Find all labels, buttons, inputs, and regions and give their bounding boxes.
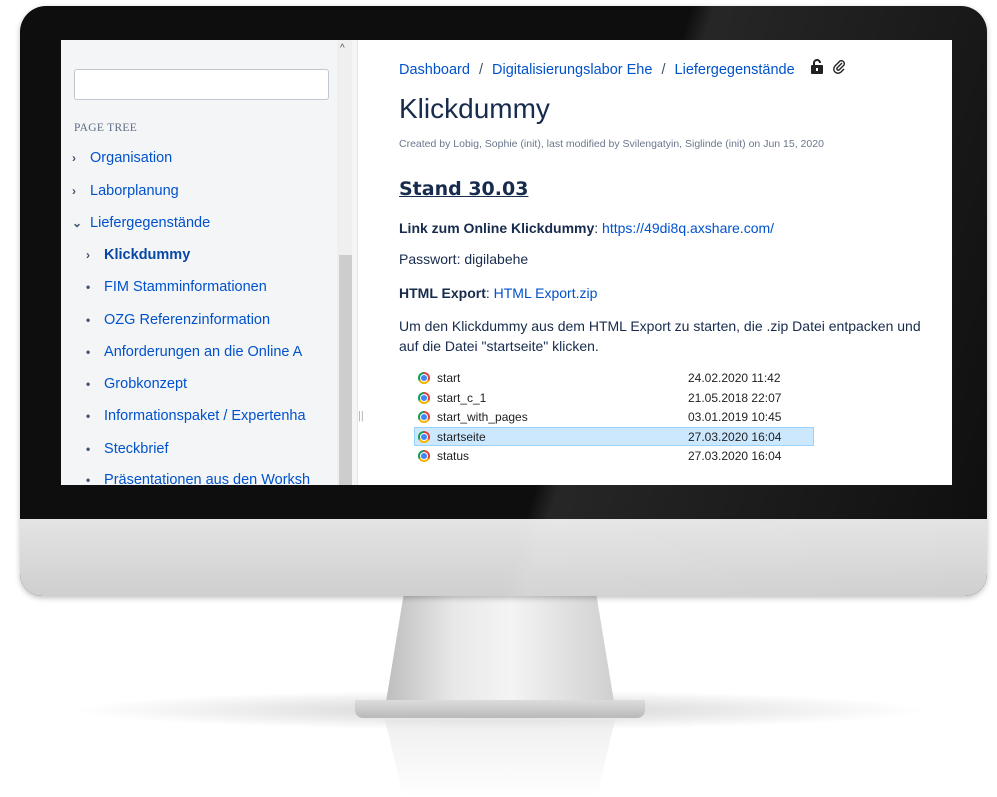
page-title: Klickdummy	[399, 93, 550, 124]
sidebar: PAGE TREE › Organisation › Laborplanung …	[61, 40, 358, 485]
bullet-icon: •	[86, 377, 91, 391]
tree-item-organisation[interactable]: › Organisation	[72, 150, 322, 174]
file-name: startseite	[437, 429, 486, 444]
tree-item-grobkonzept[interactable]: • Grobkonzept	[86, 376, 336, 400]
breadcrumb-separator: /	[661, 62, 666, 78]
page-metadata: Created by Lobig, Sophie (init), last mo…	[399, 138, 824, 150]
tree-item-label: Präsentationen aus den Worksh	[104, 472, 311, 485]
tree-item-steckbrief[interactable]: • Steckbrief	[86, 441, 336, 465]
chevron-down-icon: ⌄	[72, 216, 83, 230]
file-name: start_c_1	[437, 390, 487, 405]
chrome-icon	[418, 411, 430, 423]
sidebar-search-input[interactable]	[74, 69, 329, 100]
screen: PAGE TREE › Organisation › Laborplanung …	[61, 40, 952, 485]
bullet-icon: •	[86, 313, 91, 327]
tree-item-label: Organisation	[90, 150, 173, 167]
file-row-selected: startseite 27.03.2020 16:04	[414, 426, 814, 446]
file-row: start 24.02.2020 11:42	[414, 368, 814, 388]
file-row: status 27.03.2020 16:04	[414, 446, 814, 466]
instructions-paragraph: Um den Klickdummy aus dem HTML Export zu…	[399, 318, 921, 354]
monitor-chin	[20, 519, 987, 596]
stand-reflection	[385, 720, 615, 797]
bullet-icon: •	[86, 345, 91, 359]
file-date: 27.03.2020 16:04	[688, 429, 782, 444]
breadcrumb-item-parent[interactable]: Liefergegenstände	[675, 62, 795, 78]
unlock-icon[interactable]	[810, 59, 824, 74]
file-list-screenshot: start 24.02.2020 11:42 start_c_1 21.05.2…	[414, 368, 814, 466]
tree-item-label: OZG Referenzinformation	[104, 312, 271, 329]
tree-item-laborplanung[interactable]: › Laborplanung	[72, 183, 322, 207]
chrome-icon	[418, 450, 430, 462]
file-date: 24.02.2020 11:42	[688, 371, 781, 385]
online-link-label: Link zum Online Klickdummy	[399, 220, 595, 236]
sidebar-scroll-thumb[interactable]	[339, 255, 352, 485]
breadcrumb-separator: /	[478, 62, 483, 78]
tree-item-fim-stamminformationen[interactable]: • FIM Stamminformationen	[86, 279, 336, 303]
html-export-link[interactable]: HTML Export.zip	[494, 285, 598, 301]
tree-item-anforderungen[interactable]: • Anforderungen an die Online A	[86, 344, 336, 368]
file-date: 03.01.2019 10:45	[688, 410, 782, 424]
file-name: start_with_pages	[437, 410, 528, 424]
chevron-right-icon: ›	[72, 151, 76, 165]
chrome-icon	[418, 430, 430, 443]
tree-item-label: Grobkonzept	[104, 376, 188, 393]
tree-item-praesentationen[interactable]: • Präsentationen aus den Worksh	[86, 472, 336, 485]
chrome-icon	[418, 372, 430, 384]
tree-item-label: Steckbrief	[104, 441, 169, 458]
tree-item-informationspaket[interactable]: • Informationspaket / Expertenha	[86, 408, 336, 432]
chevron-right-icon: ›	[86, 248, 90, 262]
tree-item-label: Informationspaket / Expertenha	[104, 408, 306, 425]
export-paragraph: HTML Export: HTML Export.zip	[399, 285, 598, 301]
file-name: status	[437, 449, 470, 463]
bullet-icon: •	[86, 473, 91, 485]
scroll-up-arrow-icon[interactable]: ^	[340, 43, 345, 54]
attachment-icon[interactable]	[832, 59, 846, 74]
online-link-paragraph: Link zum Online Klickdummy: https://49di…	[399, 220, 775, 236]
tree-item-klickdummy[interactable]: › Klickdummy	[86, 247, 336, 271]
page-tree-heading: PAGE TREE	[74, 122, 138, 134]
breadcrumb-item-space[interactable]: Digitalisierungslabor Ehe	[492, 62, 652, 78]
file-date: 21.05.2018 22:07	[688, 390, 782, 405]
tree-item-liefergegenstaende[interactable]: ⌄ Liefergegenstände	[72, 215, 322, 239]
chrome-icon	[418, 391, 430, 404]
file-row: start_with_pages 03.01.2019 10:45	[414, 407, 814, 427]
online-klickdummy-link[interactable]: https://49di8q.axshare.com/	[602, 220, 774, 236]
export-label: HTML Export	[399, 285, 486, 301]
file-row: start_c_1 21.05.2018 22:07	[414, 388, 814, 408]
tree-item-ozg-referenzinformation[interactable]: • OZG Referenzinformation	[86, 312, 336, 336]
bullet-icon: •	[86, 280, 91, 294]
monitor-stand	[385, 596, 615, 708]
tree-item-label: FIM Stamminformationen	[104, 279, 267, 296]
bullet-icon: •	[86, 409, 91, 423]
breadcrumb: Dashboard / Digitalisierungslabor Ehe / …	[399, 62, 795, 78]
chevron-right-icon: ›	[72, 184, 76, 198]
file-date: 27.03.2020 16:04	[688, 449, 782, 463]
tree-item-label: Laborplanung	[90, 183, 179, 200]
pane-resize-handle[interactable]: ||	[358, 410, 364, 422]
monitor-bezel-bottom	[20, 494, 987, 519]
bullet-icon: •	[86, 442, 91, 456]
tree-item-label: Klickdummy	[104, 247, 191, 264]
password-paragraph: Passwort: digilabehe	[399, 251, 529, 267]
file-name: start	[437, 371, 461, 385]
section-heading: Stand 30.03	[399, 178, 529, 200]
breadcrumb-item-dashboard[interactable]: Dashboard	[399, 62, 470, 78]
tree-item-label: Anforderungen an die Online A	[104, 344, 303, 361]
tree-item-label: Liefergegenstände	[90, 215, 211, 232]
page-status-icons	[810, 59, 846, 77]
monitor-stand-base	[355, 700, 645, 718]
